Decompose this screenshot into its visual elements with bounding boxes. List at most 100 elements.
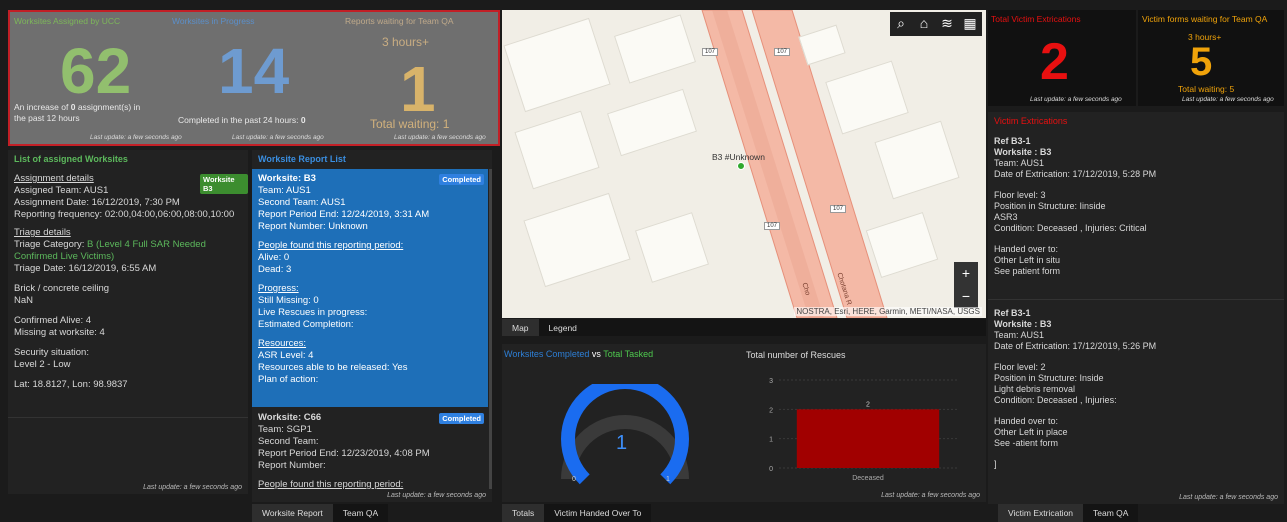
victim-item[interactable]: Ref B3-1 Worksite : B3 Team: AUS1 Date o… xyxy=(988,132,1284,300)
victim-forms-sub: Total waiting: 5 xyxy=(1178,84,1235,94)
mid-tab-bar: Totals Victim Handed Over To xyxy=(502,504,652,522)
still-missing: Still Missing: 0 xyxy=(258,295,319,306)
victim-team: Team: AUS1 xyxy=(994,158,1045,168)
structure-nan: NaN xyxy=(14,295,34,306)
y-tick-label: 1 xyxy=(769,437,773,444)
worksite-list-title: List of assigned Worksites xyxy=(14,154,128,164)
road-shield: 107 xyxy=(830,205,847,213)
qa-sub: Total waiting: 1 xyxy=(370,117,450,131)
zoom-control: + − xyxy=(954,262,978,308)
estimated-completion: Estimated Completion: xyxy=(258,319,354,330)
triage-heading: Triage details xyxy=(14,227,71,238)
victim-floor: Floor level: 3 xyxy=(994,190,1046,200)
qa-title: Reports waiting for Team QA xyxy=(345,16,454,26)
map-attribution: NOSTRA, Esri, HERE, Garmin, METI/NASA, U… xyxy=(794,307,982,316)
tab-map[interactable]: Map xyxy=(502,319,539,336)
totals-panel: Worksites Completed vs Total Tasked 1 0 … xyxy=(502,344,986,502)
y-tick-label: 3 xyxy=(769,378,773,385)
worksite-item[interactable]: Worksite B3 Assignment details Assigned … xyxy=(8,168,248,418)
tab-worksite-report[interactable]: Worksite Report xyxy=(252,504,333,522)
reporting-frequency: Reporting frequency: 02:00,04:00,06:00,0… xyxy=(14,209,235,220)
rescues-chart-title: Total number of Rescues xyxy=(746,350,846,360)
resources-heading: Resources: xyxy=(258,338,307,349)
extrications-indicator: Total Victim Extrications 2 Last update:… xyxy=(988,10,1136,106)
security-label: Security situation: xyxy=(14,347,89,358)
x-tick-label: Deceased xyxy=(852,475,884,482)
victim-condition: Condition: Deceased , Injuries: Critical xyxy=(994,223,1147,233)
victim-extra: Light debris removal xyxy=(994,384,1076,394)
live-rescues: Live Rescues in progress: xyxy=(258,307,368,318)
road-shield: 107 xyxy=(774,48,791,56)
plan-of-action: Plan of action: xyxy=(258,374,319,385)
completed-badge: Completed xyxy=(439,174,484,185)
y-tick-label: 2 xyxy=(769,407,773,414)
road-shield: 107 xyxy=(702,48,719,56)
victim-bracket: ] xyxy=(994,459,997,469)
worksite-badge: Worksite B3 xyxy=(200,174,248,194)
victim-date: Date of Extrication: 17/12/2019, 5:28 PM xyxy=(994,169,1157,179)
zoom-in-button[interactable]: + xyxy=(955,262,977,284)
victim-list-footer: Last update: a few seconds ago xyxy=(1179,494,1278,501)
victim-forms-indicator: Victim forms waiting for Team QA 3 hours… xyxy=(1138,10,1284,106)
report-list-title: Worksite Report List xyxy=(258,154,346,164)
rescues-bar-chart: 0 1 2 3 2 Deceased xyxy=(769,378,957,482)
y-tick-label: 0 xyxy=(769,466,773,473)
triage-category-cont: Confirmed Live Victims) xyxy=(14,251,115,262)
indicators-panel: Worksites Assigned by UCC 62 An increase… xyxy=(8,10,500,146)
home-icon[interactable]: ⌂ xyxy=(913,12,935,34)
victim-ref: Ref B3-1 xyxy=(994,136,1031,146)
triage-date: Triage Date: 16/12/2019, 6:55 AM xyxy=(14,263,157,274)
victim-handed: Handed over to: xyxy=(994,416,1059,426)
gauge-title: Worksites Completed vs Total Tasked xyxy=(504,349,654,359)
victim-worksite: Worksite : B3 xyxy=(994,319,1052,329)
victim-team: Team: AUS1 xyxy=(994,330,1045,340)
progress-title: Worksites in Progress xyxy=(172,16,255,26)
map-view[interactable]: 107 107 107 107 Chotana R Cho B3 #Unknow… xyxy=(502,10,986,318)
tab-totals[interactable]: Totals xyxy=(502,504,545,522)
report-card[interactable]: Completed Worksite: B3 Team: AUS1 Second… xyxy=(252,169,488,407)
security-value: Level 2 - Low xyxy=(14,359,71,370)
assigned-footer: Last update: a few seconds ago xyxy=(90,134,182,141)
map-toolbar: ⌕ ⌂ ≋ ▦ xyxy=(890,12,982,36)
report-list-footer: Last update: a few seconds ago xyxy=(383,492,486,499)
report-second-team: Second Team: AUS1 xyxy=(258,197,346,208)
right-tab-bar: Victim Extrication Team QA xyxy=(998,504,1139,522)
scrollbar[interactable] xyxy=(489,169,492,489)
victim-worksite: Worksite : B3 xyxy=(994,147,1052,157)
victim-extra: ASR3 xyxy=(994,212,1018,222)
map-tab-bar: Map Legend xyxy=(502,319,986,336)
assigned-subtext: An increase of 0 assignment(s) in the pa… xyxy=(14,102,141,124)
tab-legend[interactable]: Legend xyxy=(539,319,587,336)
road-shield: 107 xyxy=(764,222,781,230)
missing-at-worksite: Missing at worksite: 4 xyxy=(14,327,105,338)
victim-item[interactable]: Ref B3-1 Worksite : B3 Team: AUS1 Date o… xyxy=(988,304,1284,480)
report-card[interactable]: Completed Worksite: C66 Team: SGP1 Secon… xyxy=(252,408,488,490)
victim-condition: Condition: Deceased , Injuries: xyxy=(994,395,1117,405)
left-tab-bar: Worksite Report Team QA xyxy=(252,504,389,522)
basemap-gallery-icon[interactable]: ▦ xyxy=(959,12,981,34)
people-heading: People found this reporting period: xyxy=(258,479,404,490)
asr-level: ASR Level: 4 xyxy=(258,350,314,361)
qa-top: 3 hours+ xyxy=(382,35,430,49)
victim-position: Position in Structure: Iinside xyxy=(994,201,1106,211)
victim-forms-title: Victim forms waiting for Team QA xyxy=(1142,14,1268,24)
completed-badge: Completed xyxy=(439,413,484,424)
assignment-date: Assignment Date: 16/12/2019, 7:30 PM xyxy=(14,197,180,208)
search-icon[interactable]: ⌕ xyxy=(890,12,912,34)
report-team: Team: AUS1 xyxy=(258,185,311,196)
tab-team-qa-victims[interactable]: Team QA xyxy=(1083,504,1138,522)
people-dead: Dead: 3 xyxy=(258,264,292,275)
progress-subtext: Completed in the past 24 hours: 0 xyxy=(178,115,306,125)
triage-category: Triage Category: B (Level 4 Full SAR Nee… xyxy=(14,239,206,250)
worksite-marker[interactable] xyxy=(737,162,745,170)
layers-icon[interactable]: ≋ xyxy=(936,12,958,34)
tab-victim-extrication[interactable]: Victim Extrication xyxy=(998,504,1084,522)
zoom-out-button[interactable]: − xyxy=(955,285,977,307)
totals-footer: Last update: a few seconds ago xyxy=(881,492,980,499)
tab-team-qa[interactable]: Team QA xyxy=(333,504,388,522)
tab-victim-handed-over[interactable]: Victim Handed Over To xyxy=(544,504,651,522)
report-period-end: Report Period End: 12/23/2019, 4:08 PM xyxy=(258,448,430,459)
qa-footer: Last update: a few seconds ago xyxy=(394,134,486,141)
report-number: Report Number: xyxy=(258,460,326,471)
report-team: Team: SGP1 xyxy=(258,424,312,435)
